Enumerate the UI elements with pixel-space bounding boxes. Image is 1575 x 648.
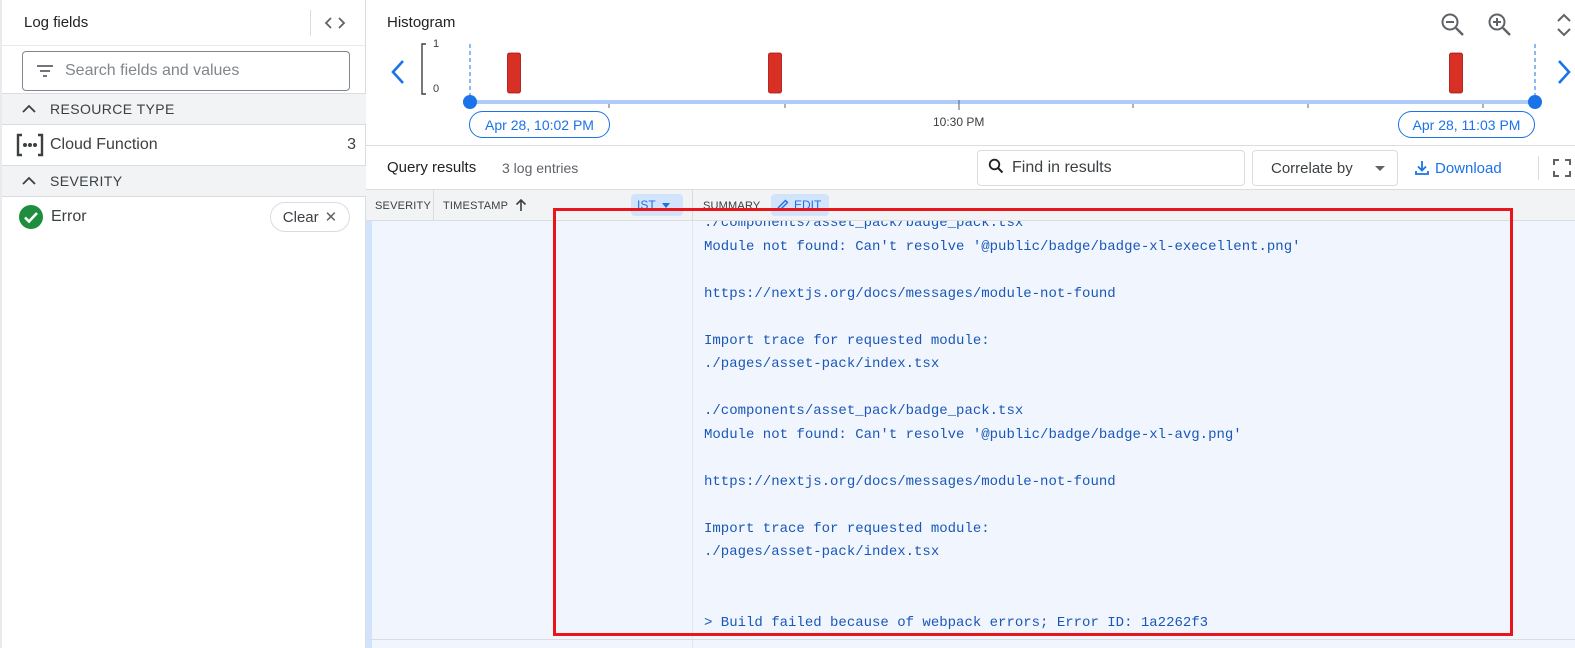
field-item-label: Error: [51, 208, 87, 225]
timezone-selector[interactable]: IST: [631, 194, 683, 216]
table-bottom-border: [366, 639, 1575, 640]
range-end-handle: [1528, 95, 1542, 109]
query-results-toolbar: Query results 3 log entries Correlate by…: [366, 146, 1575, 189]
column-divider: [433, 190, 434, 220]
log-line: Import trace for requested module:: [704, 332, 990, 349]
column-timestamp[interactable]: TIMESTAMP: [443, 200, 508, 212]
log-line: Module not found: Can't resolve '@public…: [704, 238, 1301, 255]
field-item-cloud-function[interactable]: Cloud Function 3: [2, 125, 366, 165]
sort-ascending-icon[interactable]: [514, 198, 528, 212]
field-search-box[interactable]: [22, 51, 350, 91]
filter-icon: [35, 61, 55, 81]
timezone-label: IST: [637, 198, 656, 212]
close-icon: ✕: [324, 209, 338, 226]
dropdown-arrow-icon: [661, 202, 670, 208]
download-button[interactable]: Download: [1414, 156, 1502, 180]
log-entry-expanded[interactable]: ./components/asset_pack/badge_pack.tsx Mo…: [366, 221, 1575, 648]
edit-label: EDIT: [794, 198, 822, 212]
cloud-functions-icon: [16, 132, 44, 158]
log-fields-title: Log fields: [24, 14, 89, 31]
section-label: RESOURCE TYPE: [50, 101, 175, 117]
log-line: Module not found: Can't resolve '@public…: [704, 426, 1242, 443]
histogram-bars: [507, 52, 1463, 94]
download-label: Download: [1435, 159, 1502, 177]
dropdown-arrow-icon: [1375, 166, 1385, 171]
histogram-bar[interactable]: [768, 52, 782, 94]
results-table-header: SEVERITY TIMESTAMP IST SUMMARY EDIT: [366, 189, 1575, 221]
edit-summary-button[interactable]: EDIT: [771, 194, 829, 216]
correlate-label: Correlate by: [1271, 159, 1353, 177]
pencil-icon: [777, 199, 789, 211]
section-resource-type[interactable]: RESOURCE TYPE: [2, 93, 366, 125]
y-axis-bracket: [421, 43, 426, 95]
histogram-bar[interactable]: [507, 52, 521, 94]
chevron-up-icon: [22, 173, 38, 189]
column-summary: SUMMARY: [703, 200, 761, 212]
download-icon: [1415, 161, 1429, 175]
column-severity[interactable]: SEVERITY: [375, 200, 431, 212]
log-line: https://nextjs.org/docs/messages/module-…: [704, 473, 1116, 490]
fullscreen-icon[interactable]: [1552, 158, 1572, 178]
log-line: https://nextjs.org/docs/messages/module-…: [704, 285, 1116, 302]
log-line: ./pages/asset-pack/index.tsx: [704, 356, 940, 372]
column-divider: [692, 221, 693, 648]
histogram-bar[interactable]: [1449, 52, 1463, 94]
log-line: ./components/asset_pack/badge_pack.tsx: [704, 403, 1024, 419]
clear-filter-button[interactable]: Clear ✕: [270, 202, 350, 232]
histogram-panel: Histogram 1 0 Apr 28, 10:02 PM 10:30 PM …: [366, 0, 1575, 146]
field-search-input[interactable]: [65, 62, 335, 80]
find-in-results-box[interactable]: [977, 150, 1245, 186]
field-item-error[interactable]: Error Clear ✕: [2, 197, 366, 237]
clear-label: Clear: [282, 208, 319, 226]
log-line: ./pages/asset-pack/index.tsx: [704, 544, 940, 560]
log-line: ./components/asset_pack/badge_pack.tsx: [704, 221, 1024, 231]
query-results-title: Query results: [387, 159, 477, 176]
range-start-label[interactable]: Apr 28, 10:02 PM: [469, 111, 610, 138]
correlate-by-dropdown[interactable]: Correlate by: [1252, 150, 1398, 186]
search-icon: [988, 158, 1004, 179]
entries-count: 3 log entries: [502, 160, 579, 176]
field-item-count: 3: [347, 136, 356, 153]
log-fields-panel: Log fields RESOURCE TYPE Cloud Function …: [0, 0, 366, 648]
range-start-handle: [463, 95, 477, 109]
row-selection-stripe: [366, 221, 372, 648]
log-line: Import trace for requested module:: [704, 520, 990, 537]
section-severity[interactable]: SEVERITY: [2, 165, 366, 197]
find-in-results-input[interactable]: [1012, 159, 1232, 177]
range-end-label[interactable]: Apr 28, 11:03 PM: [1398, 111, 1535, 138]
toolbar-divider: [1538, 156, 1539, 180]
check-circle-icon: [18, 204, 44, 230]
chevron-up-icon: [22, 101, 38, 117]
code-icon[interactable]: [322, 12, 348, 34]
log-line: > Build failed because of webpack errors…: [704, 614, 1209, 631]
field-item-label: Cloud Function: [50, 136, 158, 153]
section-label: SEVERITY: [50, 173, 123, 189]
log-fields-header: Log fields: [2, 0, 365, 46]
column-divider: [692, 190, 693, 220]
axis-mid-label: 10:30 PM: [933, 115, 985, 129]
header-divider: [310, 10, 311, 36]
